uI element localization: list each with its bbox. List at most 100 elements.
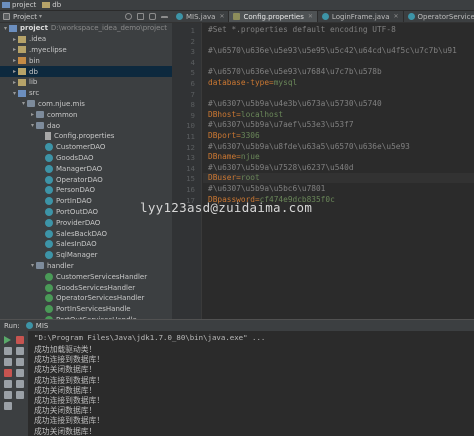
chevron-down-icon[interactable]: ▾ [11,90,18,97]
property-key: DBuser [208,173,237,183]
code-comment: #\u6307\u5b9a\u4e3b\u673a\u5730\u5740 [208,99,382,109]
project-tree[interactable]: ▾ project D:\workspace_idea_demo\project ▸.… [0,23,172,319]
editor-tab[interactable]: Config.properties ✕ [229,11,318,22]
line-number: 4 [190,57,195,67]
rerun-icon[interactable] [4,336,11,344]
pin-icon[interactable] [16,358,24,366]
line-number: 14 [186,163,195,173]
property-value: mysql [273,78,298,87]
close-icon[interactable]: ✕ [219,13,224,20]
tree-item[interactable]: ▸ .idea [0,34,172,45]
breadcrumb-item-db[interactable]: db [42,1,61,9]
chevron-down-icon[interactable]: ▾ [2,25,9,32]
pin-icon[interactable] [149,13,156,20]
target-icon[interactable] [125,13,132,20]
chevron-right-icon[interactable]: ▸ [11,57,18,64]
line-number: 15 [186,174,195,184]
clear-icon[interactable] [4,391,12,399]
dump-icon[interactable] [16,347,24,355]
chevron-down-icon[interactable]: ▾ [20,100,27,107]
print-icon[interactable] [16,380,24,388]
editor-tab[interactable]: MIS.java ✕ [172,11,230,22]
run-panel-header: Run: MIS [0,319,474,331]
code-line: DBhost=localhost [208,110,283,119]
help-icon[interactable] [16,369,24,377]
run-console[interactable]: "D:\Program Files\Java\jdk1.7.0_80\bin\j… [28,331,474,436]
chevron-right-icon[interactable]: ▸ [11,79,18,86]
chevron-right-icon[interactable]: ▸ [11,36,18,43]
project-view-icon [3,13,10,20]
tree-item[interactable]: SalesBackDAO [0,228,172,239]
tree-item[interactable]: SqlManager [0,250,172,261]
code-line: #\u6307\u5b9a\u7528\u6237\u540d [208,163,354,172]
pause-icon[interactable] [4,347,12,355]
tree-item[interactable]: ▸ bin [0,55,172,66]
tree-item[interactable]: ▾ project D:\workspace_idea_demo\project [0,23,172,34]
tree-item-label: SalesBackDAO [56,229,108,238]
hide-icon[interactable] [161,16,168,20]
property-key: DBport [208,131,237,140]
close-icon[interactable] [4,369,12,377]
code-editor[interactable]: 1 2 3 4 5 6 7 8 9 10 11 12 13 14 15 16 17 #Set *.propert… [172,23,474,319]
tree-item[interactable]: PortInServicesHandle [0,304,172,315]
tree-item[interactable]: SalesInDAO [0,239,172,250]
tree-item[interactable]: OperatorServicesHandler [0,293,172,304]
tree-item[interactable]: ▾ com.njue.mis [0,99,172,110]
folder-icon [18,46,26,54]
tree-item[interactable]: CustomerDAO [0,142,172,153]
close-icon[interactable]: ✕ [394,13,399,20]
package-icon [36,122,44,130]
class-icon [45,207,53,216]
tree-item-label: CustomerDAO [56,143,106,152]
line-number: 3 [190,47,195,57]
tree-item-label: ProviderDAO [56,218,101,227]
tree-item-label: CustomerServicesHandler [56,272,148,281]
settings-icon[interactable] [4,358,12,366]
tree-item[interactable]: ▸ lib [0,77,172,88]
chevron-right-icon[interactable]: ▸ [11,46,18,53]
tree-item[interactable]: ProviderDAO [0,217,172,228]
tree-item[interactable]: GoodsServicesHandler [0,282,172,293]
tree-item[interactable]: ▸ db [0,66,172,77]
chevron-right-icon[interactable]: ▸ [29,111,36,118]
folder-icon [42,2,51,8]
tree-item-label: com.njue.mis [38,99,85,108]
tree-item[interactable]: OperatorDAO [0,174,172,185]
run-tab-mis[interactable]: MIS [25,322,48,330]
package-icon [36,262,44,270]
tree-item[interactable]: ▾ dao [0,120,172,131]
editor-tab[interactable]: OperatorServicesHandler.java✕ [404,11,474,22]
line-number: 12 [186,142,195,152]
editor-tab[interactable]: LoginFrame.java ✕ [318,11,404,22]
close-icon[interactable]: ✕ [308,13,313,20]
tree-item[interactable]: PersonDAO [0,185,172,196]
class-icon [45,143,53,152]
stop-icon[interactable] [16,336,24,344]
line-number: 1 [190,26,195,35]
folder-icon [18,78,26,86]
chevron-down-icon[interactable]: ▾ [39,13,42,20]
chevron-down-icon[interactable]: ▾ [29,122,36,129]
scroll-icon[interactable] [4,380,12,388]
tree-item[interactable]: ManagerDAO [0,163,172,174]
up-icon[interactable] [16,391,24,399]
chevron-right-icon[interactable]: ▸ [11,68,18,75]
tree-item[interactable]: ▾ handler [0,261,172,272]
tree-item[interactable]: ▾ src [0,88,172,99]
tree-item-path: D:\workspace_idea_demo\project [50,24,167,33]
tree-item[interactable]: ▸ .myeclipse [0,45,172,56]
tree-item[interactable]: Config.properties [0,131,172,142]
tree-item-label: ManagerDAO [56,164,103,173]
settings-icon[interactable] [137,13,144,20]
class-icon [321,13,329,20]
tree-item[interactable]: ▸ common [0,109,172,120]
down-icon[interactable] [4,402,12,410]
tree-item-label: GoodsDAO [56,153,94,162]
tree-item-label: lib [29,78,38,87]
code-line: #\u6307\u5b9a\u5bc6\u7801 [208,184,325,193]
tree-item[interactable]: CustomerServicesHandler [0,271,172,282]
chevron-down-icon[interactable]: ▾ [29,262,36,269]
breadcrumb-item-project[interactable]: project [2,1,36,9]
tree-item[interactable]: GoodsDAO [0,153,172,164]
project-view-selector[interactable]: Project [13,13,37,21]
